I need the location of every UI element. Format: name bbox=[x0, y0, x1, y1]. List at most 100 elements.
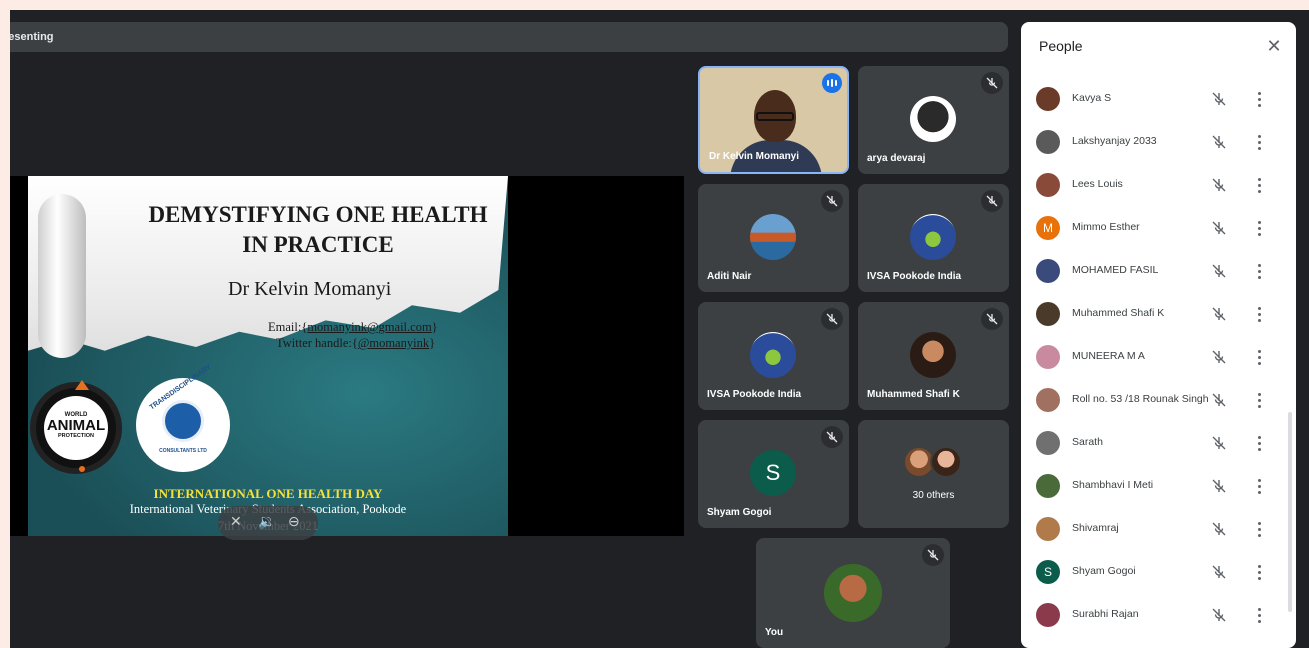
more-options-icon[interactable] bbox=[1253, 90, 1265, 108]
participant-name: Lakshyanjay 2033 bbox=[1072, 135, 1157, 147]
participant-name: Aditi Nair bbox=[707, 271, 752, 282]
avatar bbox=[1036, 130, 1060, 154]
participant-name: Dr Kelvin Momanyi bbox=[709, 151, 800, 162]
participant-name: MUNEERA M A bbox=[1072, 350, 1145, 362]
slide-event: INTERNATIONAL ONE HEALTH DAY bbox=[153, 486, 383, 501]
mic-off-icon bbox=[981, 190, 1003, 212]
participant-name: IVSA Pookode India bbox=[867, 271, 962, 282]
mic-off-icon bbox=[821, 308, 843, 330]
participant-row[interactable]: Shivamraj bbox=[1021, 508, 1296, 551]
slide-email: Email:{momanyink@gmail.com} bbox=[268, 320, 438, 334]
participant-row[interactable]: Kavya S bbox=[1021, 78, 1296, 121]
transdisciplinary-consultants-logo: TRANSDISCIPLINARY CONSULTANTS LTD bbox=[136, 364, 230, 472]
more-options-icon[interactable] bbox=[1253, 133, 1265, 151]
participant-row[interactable]: M Mimmo Esther bbox=[1021, 207, 1296, 250]
mic-off-icon bbox=[1211, 134, 1227, 155]
slide-title: DEMYSTIFYING ONE HEALTH IN PRACTICE bbox=[148, 202, 488, 257]
participant-name: Shyam Gogoi bbox=[707, 507, 772, 518]
participant-tile[interactable]: Muhammed Shafi K bbox=[858, 302, 1009, 410]
avatar bbox=[930, 446, 962, 478]
participant-row[interactable]: Shambhavi I Meti bbox=[1021, 465, 1296, 508]
mic-off-icon bbox=[1211, 435, 1227, 456]
participant-name: Muhammed Shafi K bbox=[1072, 307, 1165, 319]
mic-off-icon bbox=[1211, 306, 1227, 327]
participant-row[interactable]: Lees Louis bbox=[1021, 164, 1296, 207]
more-options-icon[interactable] bbox=[1253, 262, 1265, 280]
presenting-label: resenting bbox=[10, 31, 54, 43]
avatar: S bbox=[1036, 560, 1060, 584]
participant-row[interactable]: Roll no. 53 /18 Rounak Singh bbox=[1021, 379, 1296, 422]
avatar bbox=[1036, 345, 1060, 369]
participant-tile[interactable]: Aditi Nair bbox=[698, 184, 849, 292]
avatar bbox=[1036, 603, 1060, 627]
close-icon[interactable]: ✕ bbox=[1264, 36, 1284, 56]
participant-name: Mimmo Esther bbox=[1072, 221, 1140, 233]
speaking-indicator-icon bbox=[822, 73, 842, 93]
avatar bbox=[1036, 259, 1060, 283]
participant-tile[interactable]: IVSA Pookode India bbox=[698, 302, 849, 410]
slide-author: Dr Kelvin Momanyi bbox=[228, 278, 392, 300]
participant-tile[interactable]: arya devaraj bbox=[858, 66, 1009, 174]
more-options-icon[interactable] bbox=[1253, 348, 1265, 366]
scroll-graphic bbox=[38, 194, 86, 358]
participant-name: arya devaraj bbox=[867, 153, 926, 164]
mic-off-icon bbox=[1211, 220, 1227, 241]
mic-off-icon bbox=[1211, 607, 1227, 628]
unpin-icon[interactable]: ✕ bbox=[230, 513, 242, 530]
others-tile[interactable]: 30 others bbox=[858, 420, 1009, 528]
volume-icon[interactable]: 🔉 bbox=[258, 513, 275, 530]
avatar bbox=[750, 332, 796, 378]
participant-name: Roll no. 53 /18 Rounak Singh bbox=[1072, 393, 1209, 405]
participant-name: Surabhi Rajan bbox=[1072, 608, 1139, 620]
presentation-controls: ✕ 🔉 ⊖ bbox=[218, 506, 318, 540]
avatar: S bbox=[750, 450, 796, 496]
mic-off-icon bbox=[1211, 349, 1227, 370]
more-options-icon[interactable] bbox=[1253, 305, 1265, 323]
avatar bbox=[910, 214, 956, 260]
mic-off-icon bbox=[821, 426, 843, 448]
more-options-icon[interactable] bbox=[1253, 477, 1265, 495]
participant-row[interactable]: Surabhi Rajan bbox=[1021, 594, 1296, 637]
participant-name: You bbox=[765, 627, 784, 638]
more-options-icon[interactable] bbox=[1253, 563, 1265, 581]
avatar bbox=[1036, 517, 1060, 541]
participant-row[interactable]: MUNEERA M A bbox=[1021, 336, 1296, 379]
participant-row[interactable]: Sarath bbox=[1021, 422, 1296, 465]
more-options-icon[interactable] bbox=[1253, 176, 1265, 194]
mic-off-icon bbox=[1211, 564, 1227, 585]
participant-row[interactable]: Lakshyanjay 2033 bbox=[1021, 121, 1296, 164]
presentation-slide: DEMYSTIFYING ONE HEALTH IN PRACTICE Dr K… bbox=[28, 176, 508, 536]
avatar bbox=[750, 214, 796, 260]
mic-off-icon bbox=[981, 72, 1003, 94]
avatar bbox=[1036, 173, 1060, 197]
participant-name: Lees Louis bbox=[1072, 178, 1123, 190]
meet-window: resenting DEMYSTIFYING ONE HEALTH IN PRA… bbox=[10, 10, 1309, 648]
participant-tile[interactable]: Dr Kelvin Momanyi bbox=[698, 66, 849, 174]
participant-name: Sarath bbox=[1072, 436, 1103, 448]
mic-off-icon bbox=[1211, 478, 1227, 499]
avatar bbox=[1036, 388, 1060, 412]
scrollbar[interactable] bbox=[1288, 412, 1292, 612]
more-options-icon[interactable] bbox=[1253, 434, 1265, 452]
presentation-stage: DEMYSTIFYING ONE HEALTH IN PRACTICE Dr K… bbox=[10, 176, 684, 540]
mic-off-icon bbox=[1211, 521, 1227, 542]
others-count: 30 others bbox=[912, 490, 955, 501]
participant-row[interactable]: S Shyam Gogoi bbox=[1021, 551, 1296, 594]
more-options-icon[interactable] bbox=[1253, 391, 1265, 409]
more-options-icon[interactable] bbox=[1253, 606, 1265, 624]
self-tile[interactable]: You bbox=[756, 538, 950, 648]
participant-row[interactable]: MOHAMED FASIL bbox=[1021, 250, 1296, 293]
minimize-icon[interactable]: ⊖ bbox=[288, 513, 300, 530]
participant-name: Shyam Gogoi bbox=[1072, 565, 1136, 577]
participant-tile[interactable]: IVSA Pookode India bbox=[858, 184, 1009, 292]
mic-off-icon bbox=[922, 544, 944, 566]
presenting-bar: resenting bbox=[10, 22, 1008, 52]
participant-tile[interactable]: S Shyam Gogoi bbox=[698, 420, 849, 528]
more-options-icon[interactable] bbox=[1253, 219, 1265, 237]
avatar bbox=[1036, 431, 1060, 455]
participant-row[interactable]: Muhammed Shafi K bbox=[1021, 293, 1296, 336]
avatar bbox=[910, 96, 956, 142]
more-options-icon[interactable] bbox=[1253, 520, 1265, 538]
mic-off-icon bbox=[981, 308, 1003, 330]
participant-name: MOHAMED FASIL bbox=[1072, 264, 1159, 276]
